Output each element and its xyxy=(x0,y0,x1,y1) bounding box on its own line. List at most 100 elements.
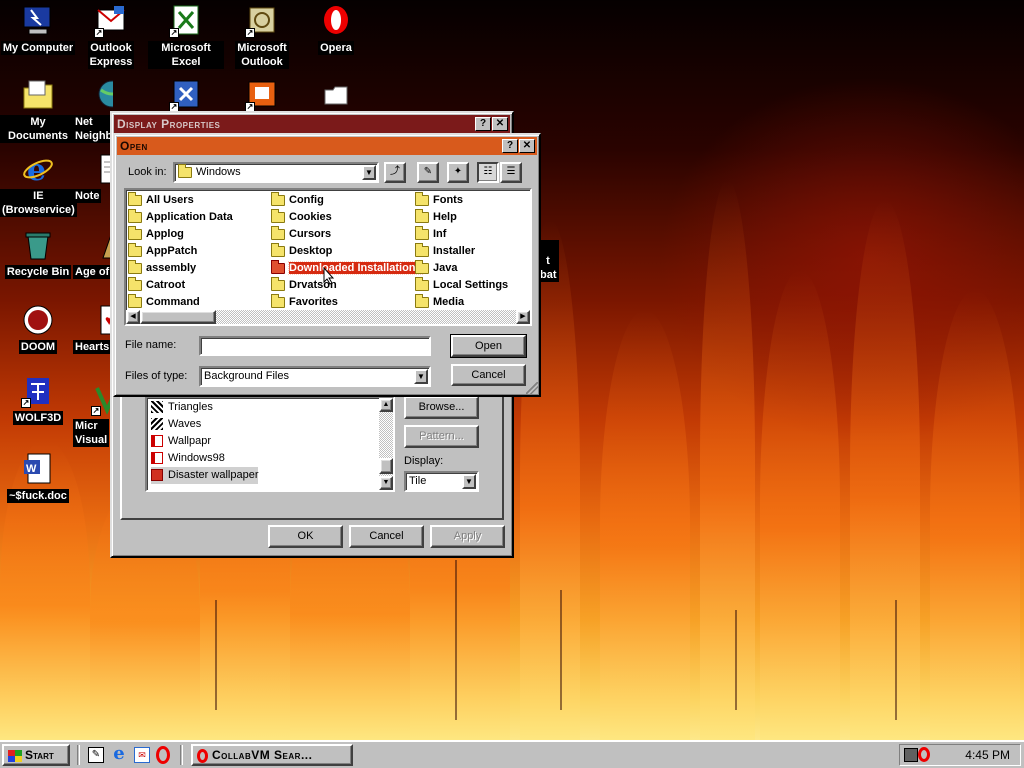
scroll-down-button[interactable]: ▼ xyxy=(379,476,393,490)
folder-item[interactable]: Inf xyxy=(415,225,446,242)
desktop-icon-recycle-bin[interactable]: Recycle Bin xyxy=(0,228,76,279)
folder-item[interactable]: assembly xyxy=(128,259,196,276)
folder-item[interactable]: Desktop xyxy=(271,242,332,259)
desktop-icon-folder[interactable] xyxy=(298,78,374,115)
scroll-left-button[interactable]: ◀ xyxy=(126,310,140,324)
look-in-select[interactable]: Windows ▼ xyxy=(173,162,379,183)
list-item[interactable]: Windows98 xyxy=(151,450,225,467)
folder-item[interactable]: Applog xyxy=(128,225,184,242)
apply-button[interactable]: Apply xyxy=(430,525,505,548)
image-file-icon xyxy=(151,469,163,482)
folder-icon xyxy=(271,208,285,223)
scroll-thumb[interactable] xyxy=(379,458,393,474)
close-button[interactable]: ✕ xyxy=(519,139,535,153)
folder-item[interactable]: Help xyxy=(415,208,457,225)
tray-opera-icon[interactable] xyxy=(918,747,930,762)
folder-item[interactable]: Fonts xyxy=(415,191,463,208)
desktop-icon-shortcut-2[interactable]: ↗ xyxy=(224,78,300,115)
desktop-icon-opera[interactable]: Opera xyxy=(298,4,374,55)
folder-item[interactable]: Local Settings xyxy=(415,276,508,293)
chevron-down-icon[interactable]: ▼ xyxy=(362,165,376,180)
folder-item[interactable]: Media xyxy=(415,293,464,310)
file-list-hscrollbar[interactable]: ◀ ▶ xyxy=(126,310,530,324)
folder-item[interactable]: Command xyxy=(128,293,200,310)
desktop-icon-excel[interactable]: ↗ Microsoft Excel xyxy=(148,4,224,69)
help-button[interactable]: ? xyxy=(475,117,491,131)
pattern-button[interactable]: Pattern... xyxy=(404,425,479,448)
start-button[interactable]: Start xyxy=(2,744,70,766)
desktop-button[interactable]: ✎ xyxy=(417,162,439,183)
folder-item[interactable]: Cookies xyxy=(271,208,332,225)
folder-icon xyxy=(415,242,429,257)
folder-item-selected[interactable]: Downloaded Installations xyxy=(271,259,423,276)
folder-item[interactable]: Application Data xyxy=(128,208,233,225)
desktop-icon-shortcut-1[interactable]: ↗ xyxy=(148,78,224,115)
folder-item[interactable]: AppPatch xyxy=(128,242,197,259)
resize-grip[interactable] xyxy=(526,382,538,394)
desktop-icon-network[interactable]: Net Neighb xyxy=(73,78,113,143)
chevron-down-icon[interactable]: ▼ xyxy=(414,369,428,384)
desktop-icon-visual-basic[interactable]: ↗ Micr Visual xyxy=(73,382,113,447)
scroll-right-button[interactable]: ▶ xyxy=(516,310,530,324)
opera-icon[interactable] xyxy=(156,746,170,764)
folder-item[interactable]: Cursors xyxy=(271,225,331,242)
close-button[interactable]: ✕ xyxy=(492,117,508,131)
desktop-icon-word-doc[interactable]: W ~$fuck.doc xyxy=(0,452,76,503)
clock[interactable]: 4:45 PM xyxy=(965,748,1010,762)
file-list[interactable]: All Users Application Data Applog AppPatch a… xyxy=(124,188,532,326)
list-item[interactable]: Triangles xyxy=(151,399,213,416)
desktop-icon-wolf3d[interactable]: ↗ WOLF3D xyxy=(0,374,76,425)
help-button[interactable]: ? xyxy=(502,139,518,153)
desktop-icon-notepad[interactable]: Note xyxy=(73,152,113,203)
folder-item[interactable]: All Users xyxy=(128,191,194,208)
cancel-button[interactable]: Cancel xyxy=(349,525,424,548)
desktop-icon-ie[interactable]: e IE (Browservice) xyxy=(0,152,77,217)
open-button[interactable]: Open xyxy=(450,334,527,358)
cancel-button[interactable]: Cancel xyxy=(451,364,526,386)
ok-button[interactable]: OK xyxy=(268,525,343,548)
display-mode-select[interactable]: Tile ▼ xyxy=(404,471,479,492)
desktop-icon-my-documents[interactable]: My Documents xyxy=(0,78,76,143)
open-dialog[interactable]: Open ? ✕ Look in: Windows ▼ ⤴ ✎ ✦ ☷ ☰ Al… xyxy=(113,133,541,397)
new-folder-button[interactable]: ✦ xyxy=(447,162,469,183)
open-dialog-titlebar[interactable]: Open xyxy=(117,137,537,155)
excel-icon: ↗ xyxy=(169,4,203,38)
details-view-button[interactable]: ☰ xyxy=(500,162,522,183)
ie-icon[interactable]: e xyxy=(110,745,128,763)
files-of-type-label: Files of type: xyxy=(125,370,188,382)
desktop-icon-outlook[interactable]: ↗ Microsoft Outlook xyxy=(224,4,300,69)
folder-item[interactable]: Java xyxy=(415,259,458,276)
wallpaper-list-scrollbar[interactable]: ▲ ▼ xyxy=(379,398,393,490)
file-name-input[interactable] xyxy=(199,336,431,356)
folder-item[interactable]: Catroot xyxy=(128,276,185,293)
up-one-level-button[interactable]: ⤴ xyxy=(384,162,406,183)
folder-item[interactable]: Favorites xyxy=(271,293,338,310)
folder-label: Java xyxy=(433,262,458,274)
list-item[interactable]: Waves xyxy=(151,416,201,433)
desktop-icon-outlook-express[interactable]: ↗ Outlook Express xyxy=(73,4,149,69)
list-item-selected[interactable]: Disaster wallpaper xyxy=(151,467,259,484)
list-item[interactable]: Wallpapr xyxy=(151,433,211,450)
wallpaper-list[interactable]: Triangles Waves Wallpapr Windows98 Disas… xyxy=(145,396,395,492)
desktop-icon-my-computer[interactable]: My Computer xyxy=(0,4,76,55)
folder-item[interactable]: Installer xyxy=(415,242,475,259)
desktop-icon-hearts[interactable]: ♥ Hearts xyxy=(73,303,113,354)
tray-network-icon[interactable] xyxy=(904,748,918,762)
display-properties-titlebar[interactable]: Display Properties xyxy=(114,115,510,133)
desktop-icon-doom[interactable]: DOOM xyxy=(0,303,76,354)
taskbar-item-collabvm[interactable]: CollabVM Sear... xyxy=(191,744,353,766)
folder-item[interactable]: Config xyxy=(271,191,324,208)
scroll-thumb[interactable] xyxy=(140,310,216,324)
taskbar: Start ✎ e ✉ CollabVM Sear... 4:45 PM xyxy=(0,740,1024,768)
browse-button[interactable]: Browse... xyxy=(404,396,479,419)
scroll-up-button[interactable]: ▲ xyxy=(379,398,393,412)
window-title: Open xyxy=(120,139,148,153)
files-of-type-select[interactable]: Background Files ▼ xyxy=(199,366,431,387)
desktop-icon-age-of-empires[interactable]: Age of xyxy=(73,228,113,279)
chevron-down-icon[interactable]: ▼ xyxy=(462,474,476,489)
desktop-icon-bat-fragment[interactable]: t bat xyxy=(538,240,559,282)
list-view-button[interactable]: ☷ xyxy=(477,162,499,183)
show-desktop-icon[interactable]: ✎ xyxy=(88,747,104,763)
outlook-express-icon[interactable]: ✉ xyxy=(134,747,150,763)
folder-label: Applog xyxy=(146,228,184,240)
